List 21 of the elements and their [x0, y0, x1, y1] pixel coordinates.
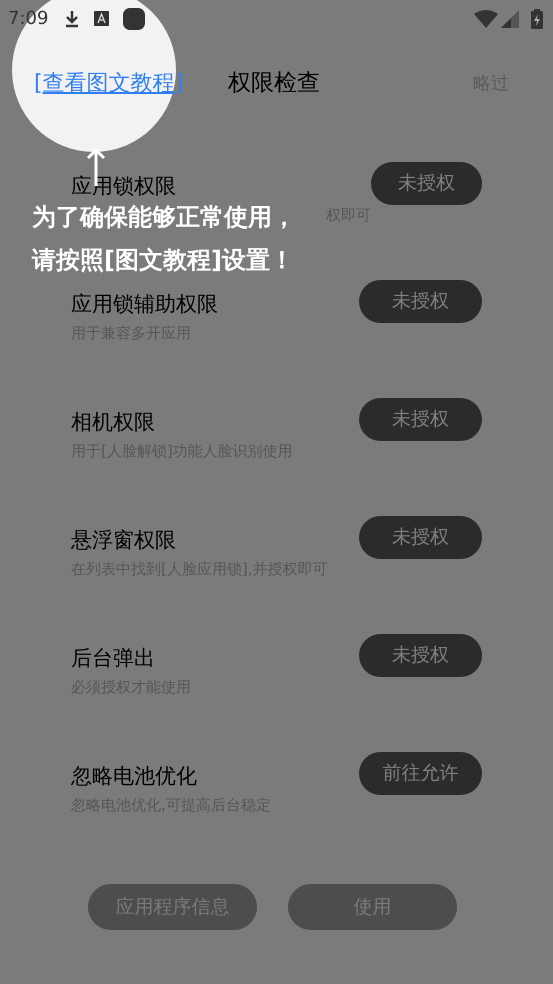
- tutorial-link[interactable]: [查看图文教程]: [34, 66, 228, 100]
- signal-icon: [501, 10, 519, 28]
- keyboard-icon: [94, 11, 110, 26]
- permission-title: 悬浮窗权限: [71, 526, 177, 554]
- grant-button[interactable]: 未授权: [359, 280, 482, 322]
- permission-title: 忽略电池优化: [71, 762, 198, 790]
- grant-button[interactable]: 未授权: [371, 162, 482, 204]
- wifi-icon: [474, 10, 498, 28]
- permission-title: 相机权限: [71, 408, 156, 436]
- app-icon: [123, 8, 146, 30]
- permission-title: 应用锁辅助权限: [71, 290, 219, 318]
- grant-button[interactable]: 未授权: [359, 634, 482, 676]
- tutorial-text: 为了确保能够正常使用，: [32, 202, 296, 233]
- grant-button[interactable]: 未授权: [359, 516, 482, 558]
- permission-title: 后台弹出: [71, 644, 156, 672]
- battery-icon: [531, 8, 543, 28]
- grant-button[interactable]: 未授权: [359, 398, 482, 440]
- page-title: 权限检查: [228, 68, 320, 98]
- download-icon: [64, 10, 80, 28]
- grant-button[interactable]: 前往允许: [359, 752, 482, 794]
- tutorial-text: 请按照[图文教程]设置！: [32, 245, 295, 276]
